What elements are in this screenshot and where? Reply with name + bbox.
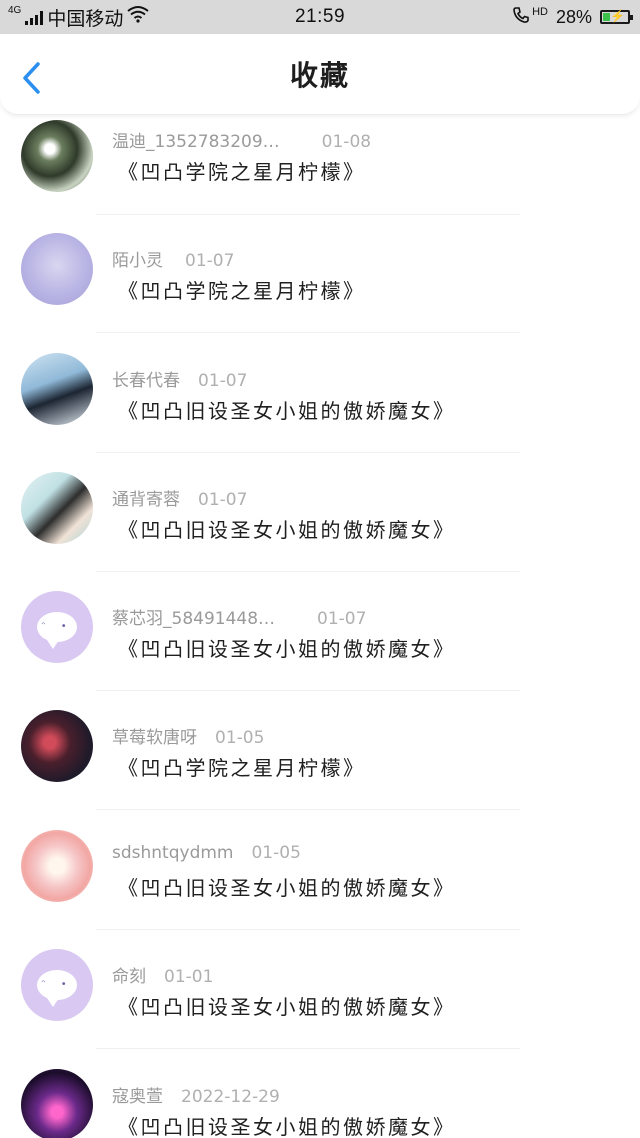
username[interactable]: 寇奥萱 — [112, 1087, 163, 1107]
avatar[interactable] — [21, 120, 93, 192]
item-date: 2022-12-29 — [181, 1087, 280, 1107]
book-title[interactable]: 《凹凸旧设圣女小姐的傲娇魔女》 — [118, 1111, 456, 1138]
battery-percent: 28% — [555, 6, 592, 27]
book-title[interactable]: 《凹凸旧设圣女小姐的傲娇魔女》 — [118, 633, 456, 662]
book-title[interactable]: 《凹凸学院之星月柠檬》 — [118, 156, 366, 185]
item-meta: 命刻 01-01 — [112, 962, 213, 987]
favorite-item[interactable]: 长春代春 01-07 《凹凸旧设圣女小姐的傲娇魔女》 — [0, 334, 640, 453]
avatar[interactable]: ᵔ • — [21, 949, 93, 1021]
item-date: 01-01 — [164, 967, 214, 987]
chat-bubble-icon: ᵔ • — [21, 591, 93, 663]
book-title[interactable]: 《凹凸旧设圣女小姐的傲娇魔女》 — [118, 514, 456, 543]
item-meta: 寇奥萱 2022-12-29 — [112, 1082, 280, 1107]
item-meta: 长春代春 01-07 — [112, 366, 247, 391]
item-meta: 陌小灵 01-07 — [112, 246, 234, 271]
avatar[interactable] — [21, 1069, 93, 1138]
username[interactable]: 蔡芯羽_58491448… — [112, 609, 275, 629]
hd-label: HD — [532, 6, 548, 18]
username[interactable]: 温迪_1352783209… — [112, 132, 280, 152]
book-title[interactable]: 《凹凸学院之星月柠檬》 — [118, 752, 366, 781]
favorite-item[interactable]: 通背寄蓉 01-07 《凹凸旧设圣女小姐的傲娇魔女》 — [0, 453, 640, 572]
avatar[interactable] — [21, 353, 93, 425]
divider — [96, 1048, 520, 1049]
item-date: 01-08 — [321, 132, 372, 152]
divider — [96, 809, 520, 810]
favorite-item[interactable]: 陌小灵 01-07 《凹凸学院之星月柠檬》 — [0, 214, 640, 333]
item-date: 01-07 — [198, 490, 248, 510]
item-date: 01-07 — [185, 251, 235, 271]
avatar[interactable] — [21, 233, 93, 305]
item-date: 01-07 — [317, 609, 367, 629]
username[interactable]: sdshntqydmm — [112, 843, 233, 863]
battery-fill — [603, 13, 610, 21]
status-bar: 4G 中国移动 21:59 HD 28% ⚡ — [0, 0, 640, 34]
favorite-item[interactable]: sdshntqydmm 01-05 《凹凸旧设圣女小姐的傲娇魔女》 — [0, 811, 640, 930]
item-date: 01-05 — [215, 728, 265, 748]
username[interactable]: 草莓软唐呀 — [112, 728, 197, 748]
favorites-list: 温迪_1352783209… 01-08 《凹凸学院之星月柠檬》 陌小灵 01-07 《凹… — [0, 114, 640, 1138]
book-title[interactable]: 《凹凸旧设圣女小姐的傲娇魔女》 — [118, 395, 456, 424]
avatar[interactable] — [21, 830, 93, 902]
nav-header: 收藏 — [0, 34, 640, 115]
avatar[interactable] — [21, 472, 93, 544]
avatar[interactable]: ᵔ • — [21, 591, 93, 663]
favorite-item[interactable]: ᵔ • 命刻 01-01 《凹凸旧设圣女小姐的傲娇魔女》 — [0, 930, 640, 1049]
favorite-item[interactable]: 草莓软唐呀 01-05 《凹凸学院之星月柠檬》 — [0, 691, 640, 810]
item-meta: 蔡芯羽_58491448… 01-07 — [112, 604, 366, 629]
avatar[interactable] — [21, 710, 93, 782]
favorite-item[interactable]: 温迪_1352783209… 01-08 《凹凸学院之星月柠檬》 — [0, 114, 640, 215]
battery-icon: ⚡ — [600, 9, 633, 24]
username[interactable]: 长春代春 — [112, 371, 180, 391]
item-date: 01-07 — [198, 371, 248, 391]
phone-icon — [512, 6, 530, 29]
charging-icon: ⚡ — [610, 9, 625, 23]
username[interactable]: 陌小灵 — [112, 251, 163, 271]
divider — [96, 332, 520, 333]
page-title: 收藏 — [289, 59, 350, 92]
book-title[interactable]: 《凹凸旧设圣女小姐的傲娇魔女》 — [118, 872, 456, 901]
username[interactable]: 命刻 — [112, 967, 146, 987]
favorite-item[interactable]: 寇奥萱 2022-12-29 《凹凸旧设圣女小姐的傲娇魔女》 — [0, 1050, 640, 1138]
item-date: 01-05 — [251, 843, 301, 863]
username[interactable]: 通背寄蓉 — [112, 490, 180, 510]
chat-bubble-icon: ᵔ • — [21, 949, 93, 1021]
book-title[interactable]: 《凹凸旧设圣女小姐的傲娇魔女》 — [118, 991, 456, 1020]
status-right: HD 28% ⚡ — [512, 4, 633, 30]
book-title[interactable]: 《凹凸学院之星月柠檬》 — [118, 275, 366, 304]
item-meta: 通背寄蓉 01-07 — [112, 485, 247, 510]
item-meta: 草莓软唐呀 01-05 — [112, 723, 264, 748]
item-meta: 温迪_1352783209… 01-08 — [112, 127, 371, 152]
item-meta: sdshntqydmm 01-05 — [112, 843, 301, 863]
favorite-item[interactable]: ᵔ • 蔡芯羽_58491448… 01-07 《凹凸旧设圣女小姐的傲娇魔女》 — [0, 572, 640, 691]
